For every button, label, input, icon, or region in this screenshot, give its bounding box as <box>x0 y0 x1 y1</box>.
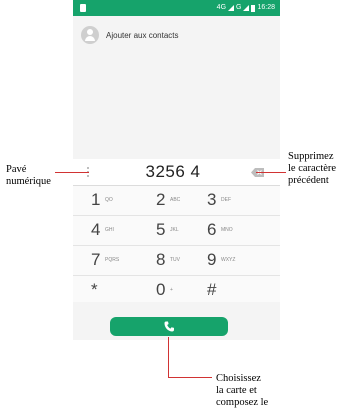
key-digit: 2 <box>156 190 166 209</box>
key-letters: GHI <box>105 227 114 233</box>
key-4[interactable]: 4 GHI <box>91 216 160 245</box>
key-1[interactable]: 1 QO <box>91 186 160 215</box>
call-area <box>73 302 280 340</box>
sim-icon <box>80 4 86 12</box>
keypad-row: 7 PQRS 8 TUV 9 WXYZ <box>73 246 280 276</box>
key-digit: 1 <box>91 190 101 209</box>
key-letters: QO <box>105 197 113 203</box>
annotation-delete-line1: Supprimez <box>288 151 334 162</box>
annotation-call-line3: composez le <box>216 397 269 408</box>
key-hash[interactable]: # <box>207 276 276 305</box>
phone-screen: 4G G 16:28 Ajouter aux contacts 3256 4 1… <box>73 0 280 340</box>
key-digit: 6 <box>207 220 217 239</box>
annotation-delete-line3: précédent <box>288 175 329 186</box>
key-letters: PQRS <box>105 257 120 263</box>
add-to-contacts-label: Ajouter aux contacts <box>106 30 179 40</box>
annotation-delete: Supprimez le caractère précédent <box>288 151 336 187</box>
annotation-delete-line2: le caractère <box>288 163 337 174</box>
network-label: 4G <box>216 4 227 11</box>
annotation-call-line1: Choisissez <box>216 373 261 384</box>
status-bar: 4G G 16:28 <box>73 0 280 16</box>
annotation-keypad-line2: numérique <box>6 176 51 187</box>
key-digit: 0 <box>156 280 166 299</box>
key-digit: 9 <box>207 250 217 269</box>
key-digit: 8 <box>156 250 166 269</box>
phone-icon <box>164 321 174 332</box>
number-display: 3256 4 <box>73 159 280 186</box>
call-button[interactable] <box>110 317 228 336</box>
key-digit: 4 <box>91 220 101 239</box>
key-digit: 5 <box>156 220 166 239</box>
add-to-contacts-button[interactable]: Ajouter aux contacts <box>81 26 178 44</box>
keypad-row: 4 GHI 5 JKL 6 MNO <box>73 216 280 246</box>
key-letters: JKL <box>170 227 179 233</box>
dialed-number: 3256 4 <box>145 162 201 181</box>
key-digit: # <box>207 280 217 299</box>
annotation-call: Choisissez la carte et composez le <box>216 373 268 409</box>
annotation-call-line2: la carte et <box>216 385 257 396</box>
add-contact-icon <box>81 26 99 44</box>
annotation-keypad: Pavé numérique <box>6 164 51 188</box>
annotation-delete-line <box>256 172 286 173</box>
battery-icon <box>251 4 256 12</box>
network2-label: G <box>236 4 242 11</box>
keypad-row: 1 QO 2 ABC 3 DEF <box>73 186 280 216</box>
key-3[interactable]: 3 DEF <box>207 186 276 215</box>
key-digit: * <box>91 280 98 299</box>
clock: 16:28 <box>257 4 275 11</box>
key-letters: TUV <box>170 257 180 263</box>
key-letters: MNO <box>221 227 233 233</box>
key-star[interactable]: * <box>91 276 160 305</box>
key-letters: WXYZ <box>221 257 236 263</box>
key-letters: ABC <box>170 197 181 203</box>
annotation-keypad-line <box>55 172 89 173</box>
key-letters: DEF <box>221 197 231 203</box>
signal2-icon <box>243 5 250 11</box>
key-digit: 7 <box>91 250 101 269</box>
key-7[interactable]: 7 PQRS <box>91 246 160 275</box>
key-letters: + <box>170 287 173 293</box>
annotation-call-vline <box>168 337 169 378</box>
key-9[interactable]: 9 WXYZ <box>207 246 276 275</box>
dial-pad: 1 QO 2 ABC 3 DEF 4 GHI 5 JKL 6 MNO 7 PQRS 8 TUV … <box>73 186 280 306</box>
annotation-call-hline <box>168 377 212 378</box>
signal-icon <box>228 5 235 11</box>
key-digit: 3 <box>207 190 217 209</box>
annotation-keypad-line1: Pavé <box>6 164 27 175</box>
suggestions-area: Ajouter aux contacts <box>73 16 280 159</box>
key-6[interactable]: 6 MNO <box>207 216 276 245</box>
